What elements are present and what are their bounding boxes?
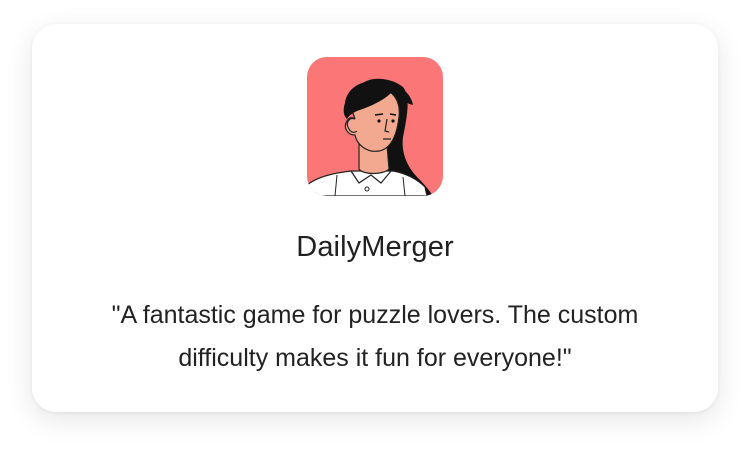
reviewer-name: DailyMerger (296, 231, 454, 263)
testimonial-card: DailyMerger "A fantastic game for puzzle… (32, 24, 718, 412)
review-quote: "A fantastic game for puzzle lovers. The… (111, 301, 639, 372)
person-avatar-icon (307, 57, 443, 196)
